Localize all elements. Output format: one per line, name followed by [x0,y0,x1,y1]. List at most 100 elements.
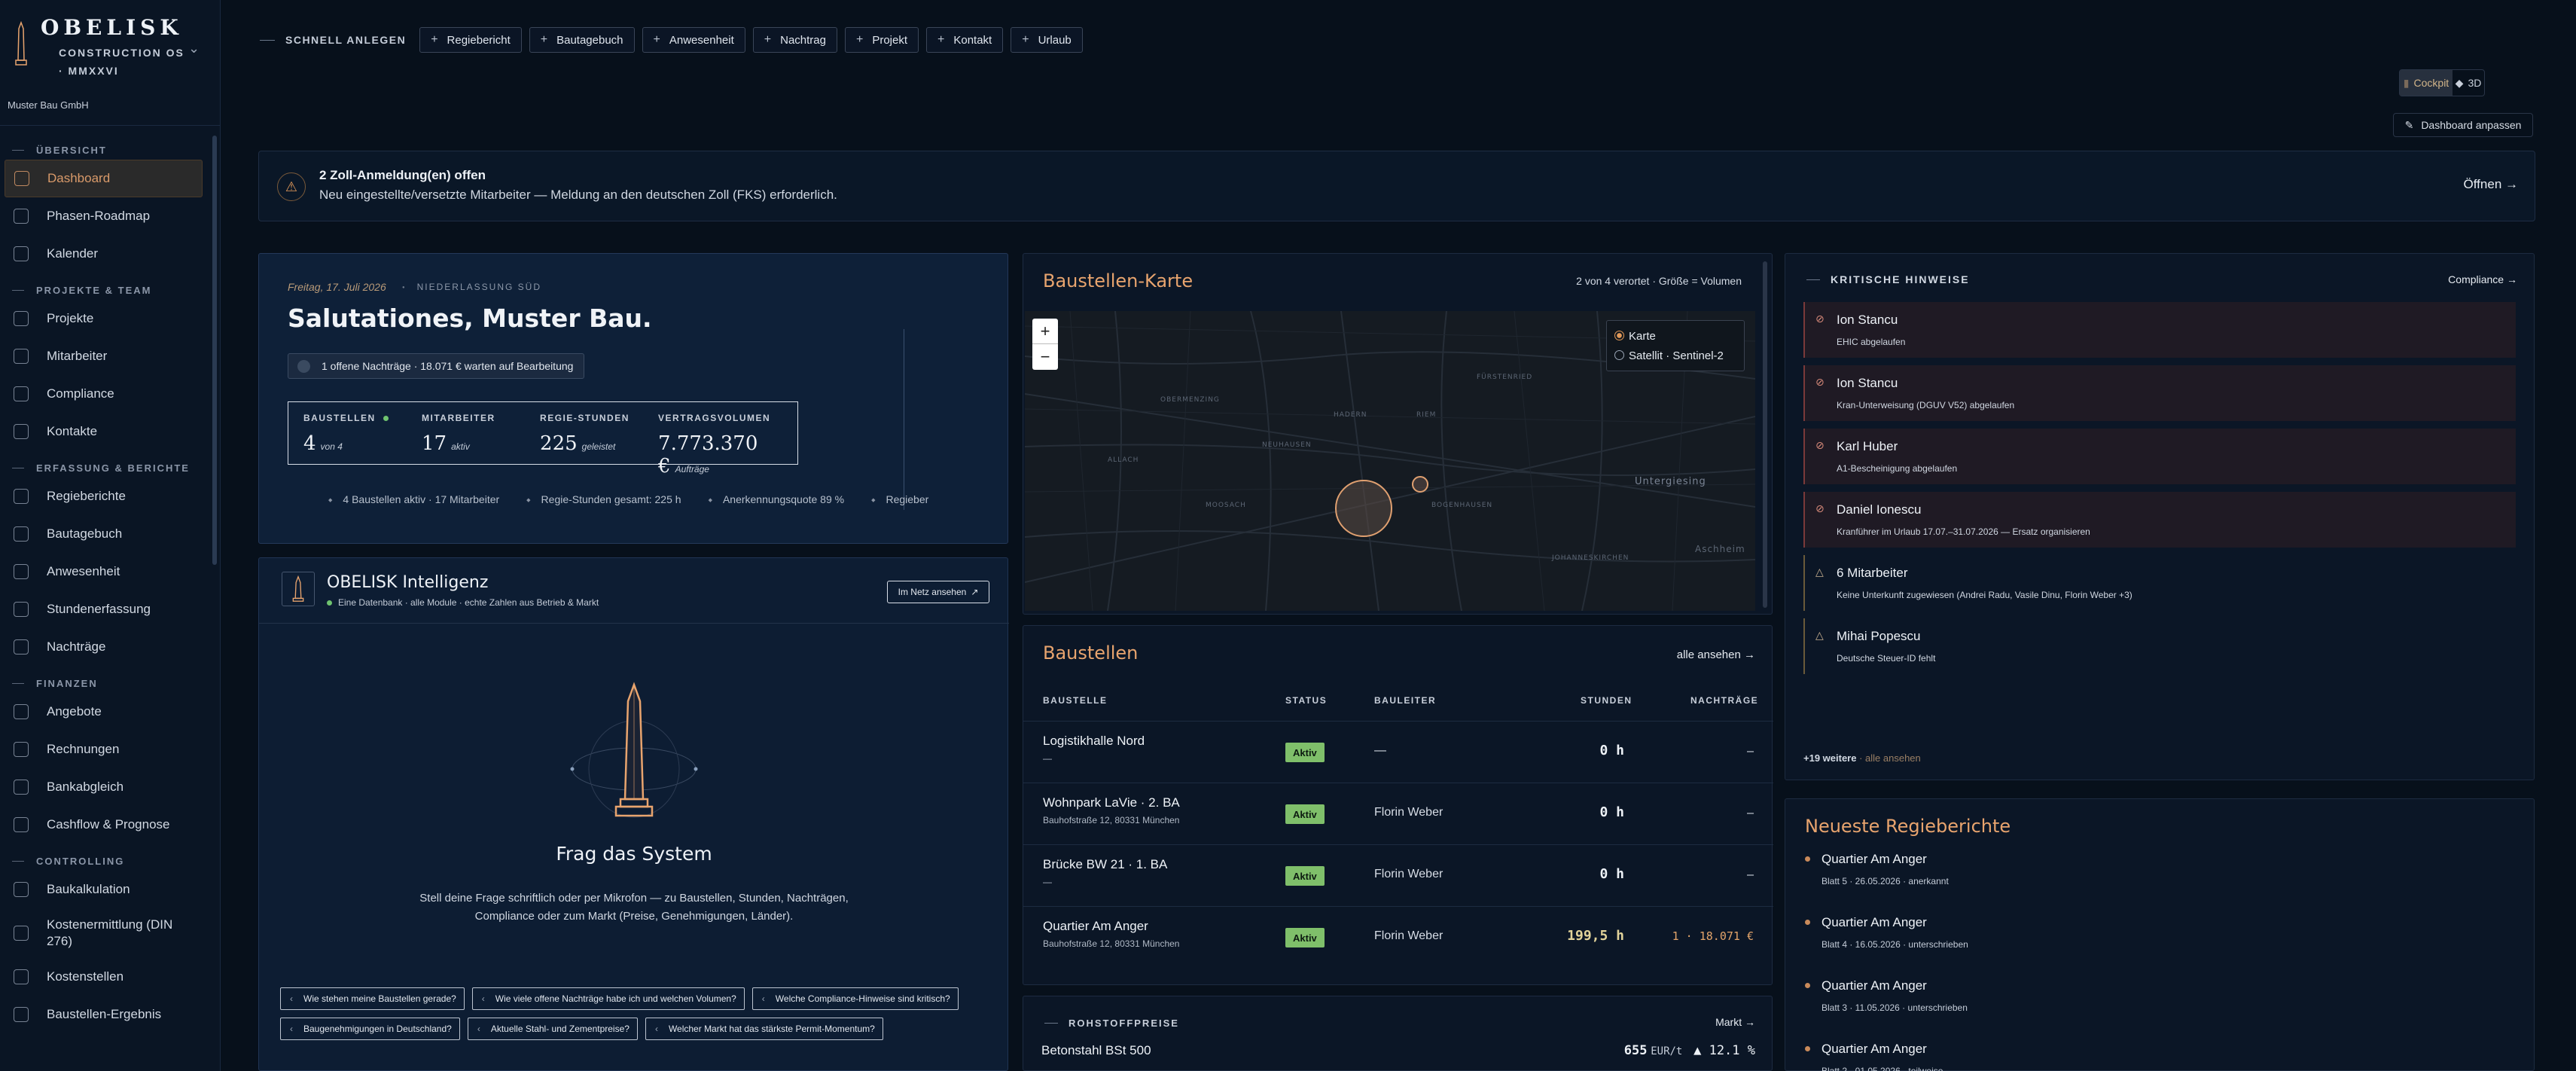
open-alert-link[interactable]: Öffnen → [2464,177,2518,192]
critical-notice[interactable]: ⊘ Ion Stancu Kran-Unterweisung (DGUV V52) … [1803,365,2516,421]
svg-text:RIEM: RIEM [1416,411,1436,419]
quick-create-button[interactable]: + Regiebericht [419,27,522,53]
sidebar-scrollbar[interactable] [212,136,217,565]
quick-create-label: Projekt [872,33,908,47]
critical-notice[interactable]: ⊘ Ion Stancu EHIC abgelaufen [1803,302,2516,358]
sidebar-item-label: Mitarbeiter [47,349,108,363]
sites-title: Baustellen [1043,642,1139,664]
sidebar-item-label: Anwesenheit [47,564,120,578]
sidebar-item[interactable]: Dashboard [5,160,203,197]
warning-icon: △ [1815,566,1824,578]
view-all-sites-link[interactable]: alle ansehen → [1677,648,1755,661]
cockpit-view-button[interactable]: ▮ Cockpit [2400,70,2453,96]
sidebar-item[interactable]: Angebote [5,693,203,731]
map-canvas[interactable]: Untergiesing OBERMENZING ALLACH MOOSACH NE… [1025,311,1755,611]
suggestion-chip[interactable]: Aktuelle Stahl- und Zementpreise? [467,1018,638,1040]
sidebar-item[interactable]: Kostenstellen [5,958,203,996]
zoom-out-button[interactable]: − [1032,344,1058,370]
open-claims-pill[interactable]: 1 offene Nachträge · 18.071 € warten auf… [288,353,585,379]
map-meta: 2 von 4 verortet · Größe = Volumen [1576,275,1742,287]
critical-notice[interactable]: △ 6 Mitarbeiter Keine Unterkunft zugewiese… [1803,555,2516,611]
sidebar-item[interactable]: Regieberichte [5,478,203,515]
chevron-down-icon[interactable]: ⌄ [188,41,200,56]
nav-section-title: FINANZEN [0,673,221,693]
suggestion-chip[interactable]: Wie viele offene Nachträge habe ich und … [471,987,745,1010]
critical-notice[interactable]: △ Mihai Popescu Deutsche Steuer-ID fehlt [1803,618,2516,674]
table-row[interactable]: Quartier Am Anger Bauhofstraße 12, 80331 … [1023,906,1773,968]
sidebar-item-label: Bankabgleich [47,780,124,794]
layer-map-option[interactable]: Karte [1614,327,1736,346]
critical-notice[interactable]: ⊘ Daniel Ionescu Kranführer im Urlaub 17.0… [1803,492,2516,548]
zoom-in-button[interactable]: + [1032,319,1058,344]
quick-create-button[interactable]: + Urlaub [1011,27,1083,53]
suggestion-chip[interactable]: Wie stehen meine Baustellen gerade? [280,987,465,1010]
map-label: Untergiesing [1635,476,1706,487]
sites-table-panel: Baustellen alle ansehen → BAUSTELLE STAT… [1023,625,1773,985]
sidebar-item-label: Angebote [47,704,102,719]
critical-title: KRITISCHE HINWEISE [1806,273,1970,285]
sidebar-item-label: Compliance [47,386,114,401]
3d-view-button[interactable]: ◆ 3D [2453,70,2484,96]
sidebar-item-label: Cashflow & Prognose [47,817,170,831]
site-name: Logistikhalle Nord [1043,734,1145,748]
brand-switcher[interactable]: OBELISK CONSTRUCTION OS · MMXXVI ⌄ [11,11,214,77]
critical-notice[interactable]: ⊘ Karl Huber A1-Bescheinigung abgelaufen [1803,429,2516,484]
layer-satellite-option[interactable]: Satellit · Sentinel-2 [1614,346,1736,366]
sidebar-item[interactable]: Kostenermittlung (DIN 276) [5,908,203,958]
sidebar-item[interactable]: Cashflow & Prognose [5,806,203,844]
sidebar-item-label: Kostenstellen [47,969,124,984]
suggestion-chip[interactable]: Welche Compliance-Hinweise sind kritisch… [751,987,959,1010]
brand-subtitle: CONSTRUCTION OS · MMXXVI [59,47,184,77]
reports-title: Neueste Regieberichte [1805,816,2011,837]
sidebar-item[interactable]: Rechnungen [5,731,203,768]
quick-create-button[interactable]: + Anwesenheit [642,27,745,53]
sidebar-item[interactable]: Kalender [5,235,203,273]
table-row[interactable]: Brücke BW 21 · 1. BA — Aktiv Florin Weber 0 … [1023,844,1773,906]
plus-icon: + [937,33,945,46]
report-item[interactable]: Quartier Am Anger Blatt 2 · 01.05.2026 · … [1805,1042,2483,1071]
report-item[interactable]: Quartier Am Anger Blatt 3 · 11.05.2026 · … [1805,978,2483,1013]
sidebar-item[interactable]: Baustellen-Ergebnis [5,996,203,1033]
sidebar-item[interactable]: Phasen-Roadmap [5,197,203,235]
svg-text:HADERN: HADERN [1334,411,1367,419]
compliance-link[interactable]: Compliance → [2448,273,2517,285]
panel-scrollbar[interactable] [1763,261,1767,608]
notice-detail: EHIC abgelaufen [1837,337,1906,347]
sidebar-item[interactable]: Baukalkulation [5,871,203,908]
status-badge: Aktiv [1285,928,1325,947]
sidebar-item[interactable]: Kontakte [5,413,203,450]
sidebar-item[interactable]: Bankabgleich [5,768,203,806]
customize-dashboard-button[interactable]: ✎ Dashboard anpassen [2393,113,2533,137]
status-dot-icon [383,415,389,421]
sidebar-item[interactable]: Compliance [5,375,203,413]
table-row[interactable]: Wohnpark LaVie · 2. BA Bauhofstraße 12, 8… [1023,783,1773,844]
site-hours: 0 h [1599,743,1624,758]
more-notices[interactable]: +19 weitere · alle ansehen [1803,752,1921,764]
quick-create-label: Bautagebuch [556,33,623,47]
report-item[interactable]: Quartier Am Anger Blatt 4 · 16.05.2026 · … [1805,915,2483,950]
sidebar-item[interactable]: Nachträge [5,628,203,666]
quick-create-button[interactable]: + Projekt [844,27,919,53]
market-link[interactable]: Markt → [1715,1016,1755,1028]
suggestion-chip[interactable]: Welcher Markt hat das stärkste Permit-Mo… [645,1018,883,1040]
svg-text:JOHANNESKIRCHEN: JOHANNESKIRCHEN [1551,554,1629,562]
report-title: Quartier Am Anger [1805,852,2483,867]
quick-create-button[interactable]: + Kontakt [926,27,1004,53]
sidebar-item-label: Bautagebuch [47,526,123,541]
sidebar-item-label: Baustellen-Ergebnis [47,1007,162,1021]
quick-create-button[interactable]: + Bautagebuch [529,27,635,53]
quick-create-button[interactable]: + Nachtrag [752,27,837,53]
sidebar-item-label: Nachträge [47,639,106,654]
sidebar-item[interactable]: Projekte [5,300,203,337]
sidebar-item[interactable]: Anwesenheit [5,553,203,590]
sidebar-item[interactable]: Bautagebuch [5,515,203,553]
suggestion-chip[interactable]: Baugenehmigungen in Deutschland? [280,1018,460,1040]
open-web-button[interactable]: Im Netz ansehen ↗ [887,581,989,603]
sidebar-item[interactable]: Mitarbeiter [5,337,203,375]
sidebar-item[interactable]: Stundenerfassung [5,590,203,628]
nav-item-icon [14,246,29,261]
report-item[interactable]: Quartier Am Anger Blatt 5 · 26.05.2026 · … [1805,852,2483,886]
nav-item-icon [14,639,29,654]
table-row[interactable]: Logistikhalle Nord — Aktiv — 0 h — [1023,721,1773,783]
kpi-cell: VERTRAGSVOLUMEN 7.773.370 € Aufträge [643,402,797,478]
